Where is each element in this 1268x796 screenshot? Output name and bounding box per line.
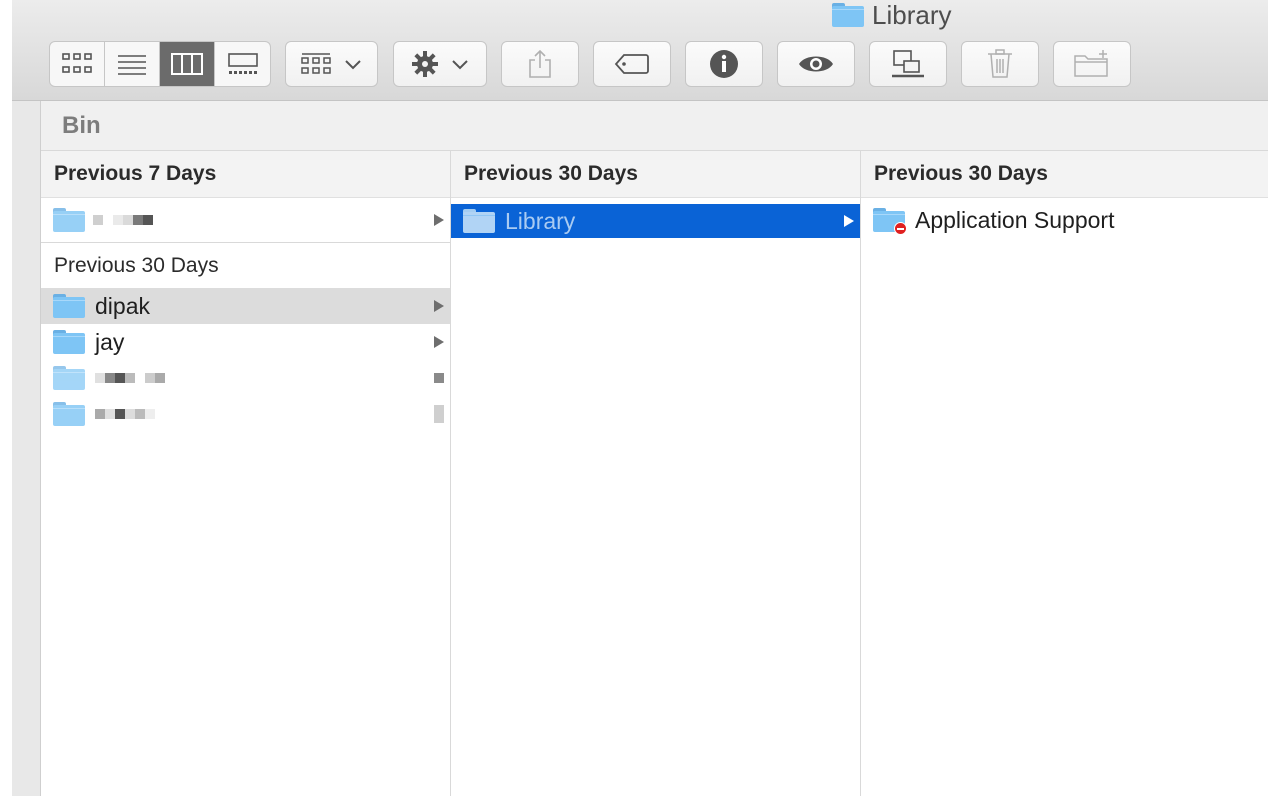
tags-button[interactable] [593, 41, 671, 87]
obscured-label [95, 373, 165, 383]
window-title-label: Library [872, 0, 952, 30]
share-button[interactable] [501, 41, 579, 87]
list-item-obscured[interactable] [41, 360, 450, 396]
browser-column-2[interactable]: Previous 30 Days Library [451, 151, 861, 796]
folder-icon [53, 330, 85, 354]
section-header: Previous 30 Days [41, 242, 450, 288]
obscured-label [93, 215, 153, 225]
info-icon [710, 50, 738, 78]
list-item-label: Application Support [915, 206, 1115, 233]
window-edge [0, 0, 12, 796]
list-item[interactable]: jay [41, 324, 450, 360]
window-title: Library [832, 0, 951, 30]
column-header: Previous 30 Days [861, 151, 1268, 198]
list-item-label: Library [505, 207, 576, 234]
folder-icon [832, 3, 864, 27]
list-item-label: jay [95, 328, 125, 355]
toolbar: Library [12, 0, 1268, 101]
grid-icon [62, 53, 92, 73]
list-item-obscured[interactable] [41, 202, 450, 238]
gallery-view-button[interactable] [215, 42, 270, 86]
gear-icon [412, 51, 438, 77]
share-icon [529, 49, 551, 78]
obscured-arrow [434, 373, 444, 383]
list-icon [118, 55, 146, 75]
quick-look-button[interactable] [777, 41, 855, 87]
new-folder-button[interactable] [1053, 41, 1131, 87]
list-item[interactable]: dipak [41, 288, 450, 324]
eye-icon [799, 56, 833, 72]
disclosure-arrow-icon [844, 215, 854, 227]
list-item-obscured[interactable] [41, 396, 450, 432]
obscured-arrow [434, 405, 444, 423]
list-item-label: dipak [95, 292, 150, 319]
get-info-button[interactable] [685, 41, 763, 87]
column-view-button[interactable] [160, 42, 215, 86]
no-access-icon [894, 222, 907, 235]
browser-column-3[interactable]: Previous 30 Days Application Support [861, 151, 1268, 796]
gallery-icon [227, 53, 258, 74]
disclosure-arrow-icon [434, 300, 444, 312]
path-bar-label: Bin [62, 111, 101, 139]
folder-icon [53, 294, 85, 318]
group-by-button[interactable] [285, 41, 378, 87]
columns-icon [171, 53, 203, 75]
column-header: Previous 30 Days [451, 151, 860, 198]
folder-icon [53, 208, 85, 232]
browser-column-1[interactable]: Previous 7 Days Previous 30 Days dipak j… [41, 151, 451, 796]
obscured-label [95, 409, 155, 419]
tag-icon [614, 54, 649, 74]
disclosure-arrow-icon [434, 214, 444, 226]
icon-view-button[interactable] [50, 42, 105, 86]
folder-icon [463, 209, 495, 233]
folder-icon [53, 366, 85, 390]
connect-to-server-button[interactable] [869, 41, 947, 87]
trash-button[interactable] [961, 41, 1039, 87]
restricted-folder-icon [873, 208, 907, 235]
sidebar[interactable] [12, 101, 41, 796]
path-bar: Bin [41, 101, 1268, 151]
list-view-button[interactable] [105, 42, 160, 86]
disclosure-arrow-icon [434, 336, 444, 348]
chevron-down-icon [452, 60, 468, 70]
view-mode-segmented-control [49, 41, 271, 87]
new-folder-icon [1074, 50, 1108, 77]
chevron-down-icon [344, 60, 361, 70]
list-item[interactable]: Application Support [861, 202, 1268, 238]
network-icon [892, 50, 924, 78]
list-item-selected[interactable]: Library [451, 204, 860, 238]
group-icon [300, 53, 331, 74]
folder-icon [53, 402, 85, 426]
trash-icon [988, 49, 1012, 78]
column-header: Previous 7 Days [41, 151, 450, 198]
action-button[interactable] [393, 41, 487, 87]
